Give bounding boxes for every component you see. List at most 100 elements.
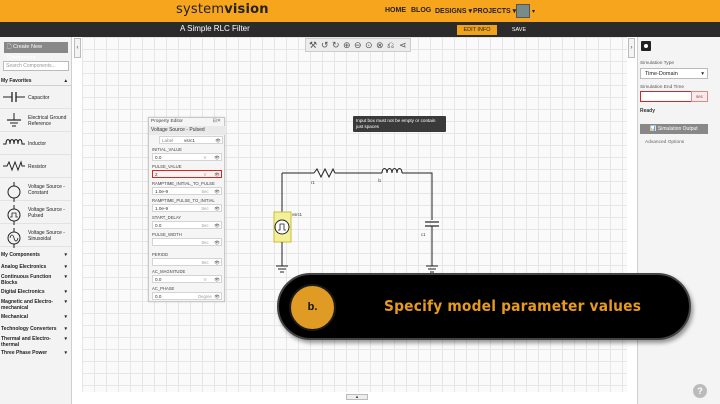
collapse-right-panel-button[interactable]: ›	[628, 38, 635, 58]
favorite-item-voltage-sinusoidal[interactable]: Voltage Source - Sinusoidal	[0, 225, 71, 248]
category-analog-electronics[interactable]: Analog Electronics ▾	[1, 264, 71, 270]
nav-blog[interactable]: BLOG	[411, 7, 431, 14]
category-digital-electronics[interactable]: Digital Electronics ▾	[1, 289, 71, 295]
initial-value-unit[interactable]: V	[195, 154, 215, 161]
inductor-symbol[interactable]	[381, 168, 403, 174]
favorite-item-capacitor[interactable]: Capacitor	[0, 87, 71, 109]
nav-home[interactable]: HOME	[385, 7, 406, 14]
ac-magnitude-input[interactable]: 0.0 V 👁	[152, 275, 222, 283]
favorite-label: Voltage Source - Constant	[28, 184, 65, 196]
ac-phase-text: 0.0	[155, 294, 162, 299]
resistor-symbol[interactable]	[313, 167, 336, 179]
save-button[interactable]: SAVE	[505, 25, 533, 35]
systemvision-logo[interactable]: systemvision	[176, 2, 269, 17]
visibility-icon[interactable]: 👁	[215, 137, 221, 144]
ramptime-initial-to-pulse-unit[interactable]: Sec	[195, 188, 215, 195]
favorite-label: Resistor	[28, 164, 47, 170]
undo-icon[interactable]: ⎌	[387, 40, 394, 51]
pulse-value-unit[interactable]: V	[195, 171, 215, 178]
favorite-item-ground[interactable]: Electrical Ground Reference	[0, 110, 71, 132]
zoom-out-icon[interactable]: ⊖	[354, 40, 362, 51]
collapse-left-panel-button[interactable]: ‹	[74, 38, 81, 58]
ac-magnitude-unit[interactable]: V	[195, 276, 215, 283]
favorite-label: Inductor	[28, 141, 47, 147]
visibility-icon[interactable]: 👁	[214, 276, 220, 283]
run-simulation-icon[interactable]	[641, 41, 651, 51]
category-mechanical[interactable]: Mechanical ▾	[1, 314, 71, 320]
visibility-icon[interactable]: 👁	[214, 205, 220, 212]
end-time-input[interactable]	[640, 91, 694, 102]
help-icon[interactable]: ?	[693, 384, 707, 398]
favorite-item-resistor[interactable]: Resistor	[0, 156, 71, 178]
create-new-component-button[interactable]: 🗋 Create New Component	[4, 42, 68, 61]
voltage-source-label: vsrc1	[292, 212, 303, 217]
ac-magnitude-label: AC_MAGNITUDE	[152, 269, 186, 274]
share-icon[interactable]: ⋖	[399, 40, 407, 51]
visibility-icon[interactable]: 👁	[214, 188, 220, 195]
expand-arrow-icon: ▾	[64, 326, 67, 332]
visibility-icon[interactable]: 👁	[214, 259, 220, 266]
my-favorites-label: My Favorites	[1, 78, 32, 84]
pulse-value-input[interactable]: 2 V 👁	[152, 170, 222, 178]
category-my-components[interactable]: My Components ▾	[1, 252, 71, 258]
simulation-type-select[interactable]: Time-Domain ▾	[640, 68, 708, 79]
rlc-circuit-schematic	[273, 167, 439, 273]
period-label: PERIOD	[152, 252, 169, 257]
visibility-icon[interactable]: 👁	[214, 154, 220, 161]
voltage-source-pulsed-symbol[interactable]	[274, 219, 290, 235]
ac-phase-unit[interactable]: Degree	[195, 293, 215, 300]
component-search-input[interactable]: Search Components...	[3, 61, 69, 71]
rotate-left-icon[interactable]: ↺	[321, 40, 329, 51]
period-input[interactable]: Sec 👁	[152, 258, 222, 266]
simulation-type-value: Time-Domain	[645, 71, 678, 77]
visibility-icon[interactable]: 👁	[214, 239, 220, 246]
property-editor-title: Property Editor	[151, 119, 183, 124]
nav-designs[interactable]: DESIGNS ▾	[435, 7, 472, 15]
zoom-fit-icon[interactable]: ⊙	[365, 40, 373, 51]
category-label: Thermal and Electro-thermal	[1, 336, 51, 348]
pulse-width-input[interactable]: Sec 👁	[152, 238, 222, 246]
my-favorites-header[interactable]: My Favorites ▴	[1, 78, 71, 84]
period-unit[interactable]: Sec	[195, 259, 215, 266]
advanced-options-link[interactable]: Advanced Options	[645, 140, 684, 145]
ramptime-pulse-to-initial-unit[interactable]: Sec	[195, 205, 215, 212]
user-menu-caret-icon[interactable]: ▾	[532, 8, 535, 15]
favorite-item-inductor[interactable]: Inductor	[0, 133, 71, 155]
visibility-icon[interactable]: 👁	[214, 293, 220, 300]
category-continuous-function-blocks[interactable]: Continuous Function Blocks ▾	[1, 274, 67, 286]
dropdown-arrow-icon: ▾	[701, 71, 704, 77]
zoom-reset-icon[interactable]: ⊗	[376, 40, 384, 51]
favorite-item-voltage-pulsed[interactable]: Voltage Source - Pulsed	[0, 202, 71, 225]
pulse-width-unit[interactable]: Sec	[195, 239, 215, 246]
label-field[interactable]: Label vsrc1 👁	[159, 136, 223, 144]
wire-tool-icon[interactable]: ⚒	[309, 40, 317, 51]
expand-bottom-panel-button[interactable]: ▴	[346, 394, 368, 400]
simulation-output-button[interactable]: 📊 Simulation Output	[640, 124, 708, 134]
category-label: Technology Converters	[1, 326, 57, 332]
favorite-item-voltage-constant[interactable]: Voltage Source - Constant	[0, 179, 71, 202]
start-delay-text: 0.0	[155, 223, 162, 228]
category-magnetic-electromechanical[interactable]: Magnetic and Electro-mechanical ▾	[1, 299, 67, 311]
end-time-label: Simulation End Time	[640, 85, 684, 90]
ramptime-initial-to-pulse-input[interactable]: 1.0e-9 Sec 👁	[152, 187, 222, 195]
property-editor-controls-icon[interactable]: ⊟✕	[213, 118, 221, 124]
start-delay-unit[interactable]: Sec	[195, 222, 215, 229]
category-thermal-electrothermal[interactable]: Thermal and Electro-thermal ▾	[1, 336, 67, 348]
category-technology-converters[interactable]: Technology Converters ▾	[1, 326, 71, 332]
divider	[0, 85, 71, 86]
user-avatar[interactable]	[516, 4, 530, 18]
start-delay-input[interactable]: 0.0 Sec 👁	[152, 221, 222, 229]
category-label: Magnetic and Electro-mechanical	[1, 299, 53, 311]
category-three-phase-power[interactable]: Three Phase Power ▾	[1, 350, 71, 356]
edit-info-button[interactable]: EDIT INFO	[457, 25, 497, 35]
zoom-in-icon[interactable]: ⊕	[343, 40, 351, 51]
nav-projects[interactable]: PROJECTS ▾	[473, 7, 516, 15]
end-time-unit[interactable]: sec	[691, 91, 708, 102]
rotate-right-icon[interactable]: ↻	[332, 40, 340, 51]
ac-phase-input[interactable]: 0.0 Degree 👁	[152, 292, 222, 300]
initial-value-input[interactable]: 0.0 V 👁	[152, 153, 222, 161]
ramptime-pulse-to-initial-input[interactable]: 1.0e-9 Sec 👁	[152, 204, 222, 212]
ac-phase-label: AC_PHASE	[152, 286, 175, 291]
visibility-icon[interactable]: 👁	[214, 222, 220, 229]
visibility-icon[interactable]: 👁	[214, 171, 220, 178]
